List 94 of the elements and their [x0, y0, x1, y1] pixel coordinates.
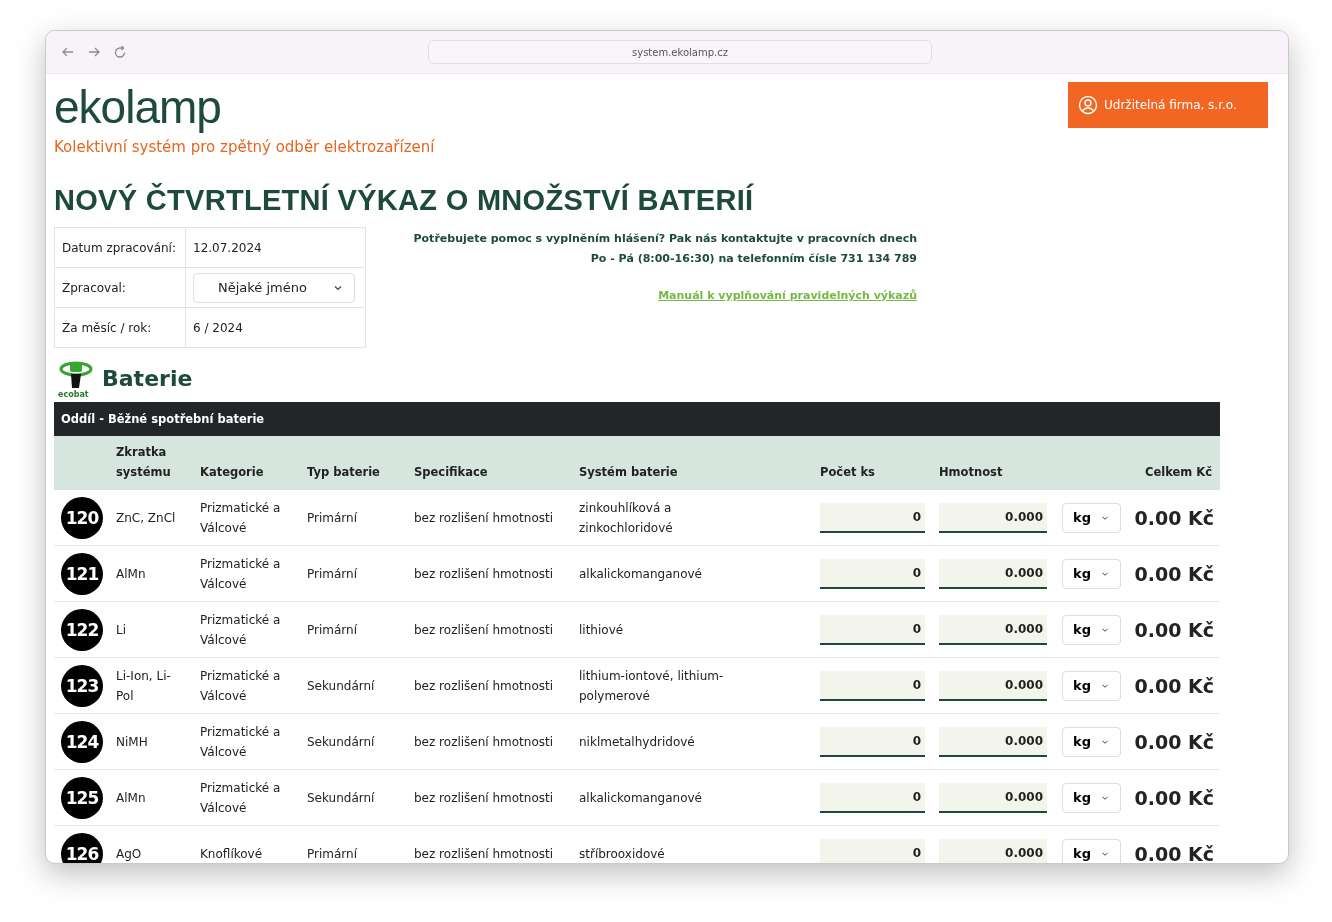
column-header: Systém baterie — [579, 464, 679, 481]
table-cell-text: alkalickomanganové — [579, 789, 703, 807]
table-cell-text: Sekundární — [307, 733, 376, 751]
row-total: 0.00 Kč — [1134, 562, 1215, 585]
unit-select[interactable]: kg — [1062, 726, 1121, 757]
table-cell-text: zinkouhlíková a zinkochloridové — [579, 499, 674, 537]
table-cell-text: AlMn — [116, 565, 147, 583]
table-cell-text: Primární — [307, 621, 358, 639]
column-header: Hmotnost — [939, 464, 1004, 481]
row-total: 0.00 Kč — [1134, 842, 1215, 863]
table-cell-text: Prizmatické a Válcové — [200, 779, 282, 817]
count-input[interactable]: 0 — [820, 670, 925, 701]
code-badge: 121 — [61, 552, 103, 595]
table-cell-text: Primární — [307, 845, 358, 863]
table-cell-text: Prizmatické a Válcové — [200, 499, 282, 537]
column-header: Typ baterie — [307, 464, 381, 481]
code-badge: 120 — [61, 496, 103, 539]
code-badge: 123 — [61, 664, 103, 707]
table-cell-text: bez rozlišení hmotnosti — [414, 565, 555, 583]
weight-input[interactable]: 0.000 — [939, 614, 1047, 645]
count-input[interactable]: 0 — [820, 502, 925, 533]
info-value: 6 / 2024 — [192, 319, 244, 337]
table-cell-text: stříbrooxidové — [579, 845, 666, 863]
tagline: Kolektivní systém pro zpětný odběr elektrozařízení — [54, 138, 435, 156]
count-input[interactable]: 0 — [820, 614, 925, 645]
table-cell-text: lithium-iontové, lithium-polymerové — [579, 667, 725, 705]
count-input[interactable]: 0 — [820, 782, 925, 813]
address-bar[interactable]: system.ekolamp.cz — [428, 40, 932, 64]
table-cell-text: bez rozlišení hmotnosti — [414, 845, 555, 863]
weight-input[interactable]: 0.000 — [939, 502, 1047, 533]
count-input[interactable]: 0 — [820, 558, 925, 589]
table-cell-text: bez rozlišení hmotnosti — [414, 733, 555, 751]
row-total: 0.00 Kč — [1134, 506, 1215, 529]
row-total: 0.00 Kč — [1134, 730, 1215, 753]
row-total: 0.00 Kč — [1134, 618, 1215, 641]
info-label: Zpracoval: — [55, 268, 186, 307]
code-badge: 122 — [61, 608, 103, 651]
row-total: 0.00 Kč — [1134, 786, 1215, 809]
column-header: Specifikace — [414, 464, 489, 481]
table-cell-text: bez rozlišení hmotnosti — [414, 789, 555, 807]
info-label: Za měsíc / rok: — [55, 308, 186, 347]
table-cell-text: bez rozlišení hmotnosti — [414, 677, 555, 695]
help-text: Potřebujete pomoc s vyplněním hlášení? Pak nás kontaktujte v pracovních dnech — [413, 231, 917, 247]
name-select[interactable]: Nějaké jméno — [193, 272, 355, 303]
code-badge: 126 — [61, 832, 103, 863]
table-cell-text: AlMn — [116, 789, 147, 807]
table-cell-text: Sekundární — [307, 789, 376, 807]
page-title: NOVÝ ČTVRTLETNÍ VÝKAZ O MNOŽSTVÍ BATERIÍ — [54, 184, 755, 217]
user-icon — [1078, 95, 1098, 115]
code-badge: 125 — [61, 776, 103, 819]
table-cell-text: ZnC, ZnCl — [116, 509, 177, 527]
info-value: 12.07.2024 — [192, 239, 263, 257]
table-cell-text: Prizmatické a Válcové — [200, 611, 282, 649]
count-input[interactable]: 0 — [820, 726, 925, 757]
table-cell-text: alkalickomanganové — [579, 565, 703, 583]
column-header: Zkratka systému — [116, 444, 172, 481]
weight-input[interactable]: 0.000 — [939, 838, 1047, 863]
column-header: Kategorie — [200, 464, 265, 481]
table-cell-text: Primární — [307, 565, 358, 583]
subsection-header: Oddíl - Běžné spotřební baterie — [54, 402, 1220, 436]
section-title: Baterie — [102, 365, 193, 391]
column-header: Celkem Kč — [1143, 464, 1213, 481]
unit-select[interactable]: kg — [1062, 614, 1121, 645]
unit-select[interactable]: kg — [1062, 782, 1121, 813]
reload-icon[interactable] — [112, 44, 128, 60]
help-text: Po - Pá (8:00-16:30) na telefonním čísle 731 134 789 — [590, 251, 917, 267]
table-cell-text: Li-Ion, Li-Pol — [116, 667, 172, 705]
table-cell-text: lithiové — [579, 621, 625, 639]
unit-select[interactable]: kg — [1062, 670, 1121, 701]
table-cell-text: AgO — [116, 845, 143, 863]
unit-select[interactable]: kg — [1062, 558, 1121, 589]
table-cell-text: bez rozlišení hmotnosti — [414, 509, 555, 527]
logo: ekolamp — [54, 82, 222, 132]
table-cell-text: Prizmatické a Válcové — [200, 667, 282, 705]
weight-input[interactable]: 0.000 — [939, 670, 1047, 701]
column-header: Počet ks — [820, 464, 876, 481]
table-cell-text: Prizmatické a Válcové — [200, 723, 282, 761]
row-total: 0.00 Kč — [1134, 674, 1215, 697]
table-cell-text: Knoflíkové — [200, 845, 264, 863]
weight-input[interactable]: 0.000 — [939, 558, 1047, 589]
count-input[interactable]: 0 — [820, 838, 925, 863]
table-cell-text: Li — [116, 621, 128, 639]
table-cell-text: Primární — [307, 509, 358, 527]
table-cell-text: Prizmatické a Válcové — [200, 555, 282, 593]
table-cell-text: NiMH — [116, 733, 149, 751]
table-cell-text: Sekundární — [307, 677, 376, 695]
table-cell-text: niklmetalhydridové — [579, 733, 696, 751]
unit-select[interactable]: kg — [1062, 502, 1121, 533]
unit-select[interactable]: kg — [1062, 838, 1121, 863]
weight-input[interactable]: 0.000 — [939, 782, 1047, 813]
info-label: Datum zpracování: — [55, 228, 186, 267]
table-cell-text: bez rozlišení hmotnosti — [414, 621, 555, 639]
weight-input[interactable]: 0.000 — [939, 726, 1047, 757]
code-badge: 124 — [61, 720, 103, 763]
